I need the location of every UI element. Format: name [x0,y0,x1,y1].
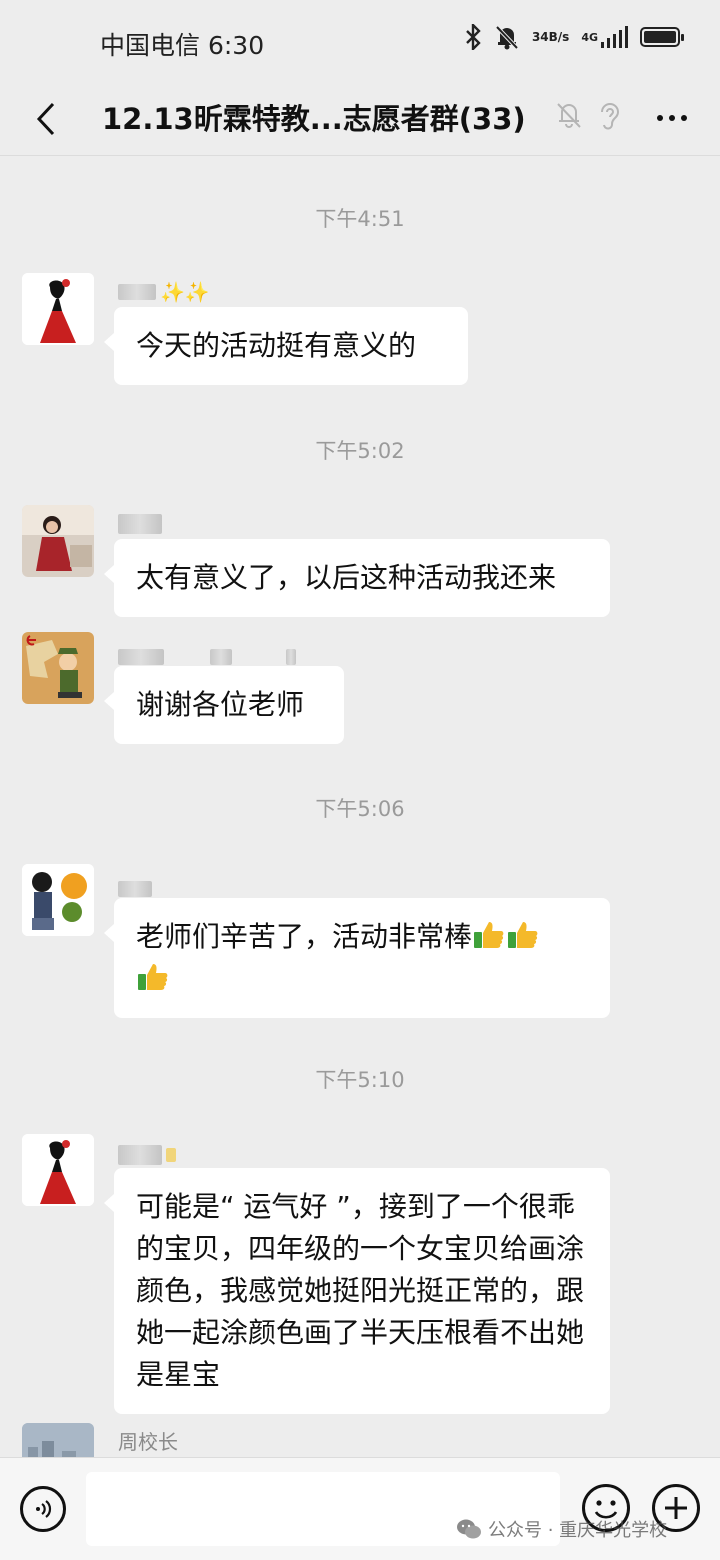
chat-title: 12.13昕霖特教...志愿者群(33) [102,102,526,136]
message-bubble[interactable]: 老师们辛苦了，活动非常棒 [104,898,610,1018]
message-bubble[interactable]: 可能是“ 运气好 ”，接到了一个很乖的宝贝，四年级的一个女宝贝给画涂颜色，我感觉… [104,1168,610,1414]
avatar[interactable] [22,1423,94,1457]
blurred-name [286,649,296,665]
carrier-name: 中国电信 [100,31,201,60]
message-bubble[interactable]: 今天的活动挺有意义的 [104,307,468,385]
blurred-name [118,514,162,534]
timestamp: 下午5:02 [315,439,405,463]
timestamp: 下午4:51 [315,207,405,231]
sender-name: ✨✨ [118,280,210,304]
city-photo-avatar [22,1423,94,1457]
sender-name [118,646,296,668]
earpiece-icon [601,103,620,130]
police-cartoon-avatar [22,864,94,936]
header-status-icons [555,100,621,130]
avatar[interactable] [22,632,94,704]
red-dress-woman-avatar [22,1134,94,1206]
sender-name [118,1144,176,1166]
back-button[interactable] [26,94,66,144]
thumbs-up-icon [508,922,538,948]
signal-icon: 4G [581,26,628,48]
input-bar [0,1457,720,1560]
blurred-name [118,881,152,897]
timestamp: 下午5:06 [315,797,405,821]
chat-area[interactable]: 下午4:51 ✨✨ 今天的活动挺有意义的 下午5:02 太有意义了，以后这种活动… [0,157,720,1457]
wechat-icon [457,1519,481,1539]
sender-name [118,878,152,900]
message-bubble[interactable]: 谢谢各位老师 [104,666,344,744]
net-speed-value: 34 [531,29,549,44]
voice-button[interactable] [20,1486,66,1532]
chat-header: 12.13昕霖特教...志愿者群(33) [0,84,720,156]
net-speed: 34 B/s [531,29,570,44]
blurred-name [118,284,156,300]
more-icon [657,115,687,121]
timestamp: 下午5:10 [315,1068,405,1092]
mute-bell-icon [494,24,520,50]
avatar[interactable] [22,273,94,345]
carrier-time: 中国电信 6:30 [100,26,264,62]
more-button[interactable] [652,98,692,138]
watermark: 公众号 · 重庆华光学校 [456,1516,667,1542]
sender-name [118,513,162,535]
avatar[interactable] [22,1134,94,1206]
message-text: 老师们辛苦了，活动非常棒 [136,920,473,953]
watermark-text: 公众号 · 重庆华光学校 [488,1520,668,1541]
sender-name: 周校长 [118,1429,178,1454]
blurred-name [118,649,164,665]
muted-notifications-icon [557,103,581,128]
photo-woman-avatar [22,505,94,577]
back-arrow-icon [36,102,55,136]
soldier-cartoon-avatar [22,632,94,704]
message-bubble[interactable]: 太有意义了，以后这种活动我还来 [104,539,610,617]
avatar[interactable] [22,864,94,936]
battery-icon [640,27,684,47]
thumbs-up-icon [474,922,504,948]
net-speed-unit: B/s [548,29,570,44]
sender-suffix: ✨✨ [160,280,210,304]
blurred-name [166,1148,176,1162]
voice-icon [36,1500,52,1518]
network-type: 4G [581,30,598,44]
blurred-name [210,649,232,665]
clock: 6:30 [207,31,265,60]
status-icons: 34 B/s 4G [464,24,684,50]
red-dress-woman-avatar [22,273,94,345]
bluetooth-icon [464,24,482,50]
status-bar: 中国电信 6:30 34 B/s 4G [0,0,720,84]
thumbs-up-icon [138,964,168,990]
blurred-name [118,1145,162,1165]
avatar[interactable] [22,505,94,577]
